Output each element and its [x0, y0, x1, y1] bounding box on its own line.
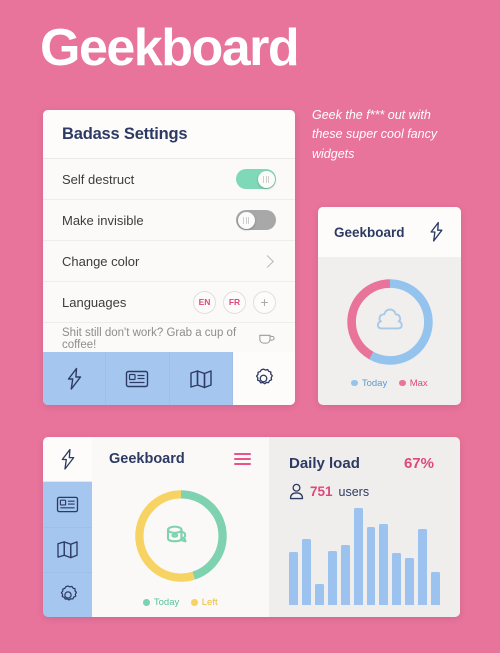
setting-row-languages[interactable]: Languages EN FR + — [43, 282, 295, 323]
bar — [392, 552, 402, 605]
chart-panel-title: Geekboard — [109, 451, 185, 467]
legend-label: Today — [153, 597, 180, 608]
legend-dot-icon — [143, 599, 150, 606]
bar — [301, 539, 311, 605]
setting-label: Languages — [62, 294, 127, 310]
bar — [327, 550, 337, 605]
map-icon — [57, 541, 78, 559]
id-card-icon — [126, 370, 149, 387]
legend-item-left: Left — [191, 597, 218, 608]
bar — [379, 523, 389, 605]
legend-dot-icon — [351, 379, 358, 387]
legend-dot-icon — [191, 599, 198, 606]
bar — [431, 572, 441, 605]
daily-load-users: 751 users — [289, 483, 440, 500]
setting-label: Change color — [62, 253, 140, 269]
bar — [418, 529, 428, 605]
bar — [353, 508, 363, 605]
language-badge-fr[interactable]: FR — [223, 290, 246, 314]
bar — [405, 558, 415, 605]
daily-load-header: Daily load 67% — [289, 455, 440, 472]
user-icon — [289, 483, 304, 500]
nav-item-gear[interactable] — [232, 352, 295, 405]
donut-widget-title: Geekboard — [334, 224, 405, 240]
setting-row-self-destruct[interactable]: Self destruct — [43, 159, 295, 200]
daily-load-panel: Daily load 67% 751 users — [269, 437, 460, 617]
daily-load-title: Daily load — [289, 455, 360, 472]
toilet-paper-icon — [166, 525, 187, 543]
bottom-widget-chart-panel: Geekboard Today Left — [92, 437, 269, 617]
donut-chart-paper — [134, 490, 227, 582]
lightning-bolt-icon[interactable] — [428, 221, 445, 243]
donut-widget-legend: Today Max — [351, 377, 428, 389]
settings-bottom-nav — [43, 352, 295, 405]
toggle-on-icon[interactable] — [236, 169, 276, 189]
settings-card-header: Badass Settings — [43, 110, 295, 159]
toggle-off-icon[interactable] — [236, 210, 276, 230]
chevron-right-icon — [261, 254, 274, 268]
legend-label: Today — [361, 377, 388, 389]
nav-item-map[interactable] — [169, 352, 233, 405]
language-badges: EN FR + — [193, 290, 276, 314]
bar — [314, 583, 324, 605]
setting-row-change-color[interactable]: Change color — [43, 241, 295, 282]
coffee-footer-row[interactable]: Shit still don't work? Grab a cup of cof… — [43, 323, 295, 354]
side-nav-item-gear[interactable] — [43, 572, 92, 617]
bar — [366, 527, 376, 605]
add-language-button[interactable]: + — [253, 290, 276, 314]
legend-item-today: Today — [143, 597, 179, 608]
daily-load-users-label: users — [338, 484, 370, 499]
id-card-icon — [56, 496, 79, 513]
legend-item-today: Today — [351, 378, 387, 389]
chart-panel-header: Geekboard — [92, 437, 269, 481]
bar — [289, 551, 298, 605]
bar — [340, 544, 350, 605]
nav-item-bolt[interactable] — [43, 352, 107, 405]
donut-widget-header: Geekboard — [318, 207, 461, 257]
side-nav-item-card[interactable] — [43, 482, 92, 528]
lightning-bolt-icon — [67, 367, 81, 390]
donut-widget-body: Today Max — [318, 257, 461, 405]
bottom-widget-card: Geekboard Today Left Daily load 67% 751 … — [43, 437, 460, 617]
poop-icon — [376, 308, 403, 329]
legend-label: Max — [409, 377, 428, 389]
settings-card: Badass Settings Self destruct Make invis… — [43, 110, 295, 405]
gear-icon — [256, 368, 274, 385]
side-nav-item-map[interactable] — [43, 527, 92, 573]
legend-item-max: Max — [399, 377, 428, 389]
daily-load-percent: 67% — [403, 455, 434, 472]
app-canvas: Geekboard Geek the f*** out with these s… — [0, 0, 500, 653]
setting-label: Self destruct — [62, 171, 135, 187]
map-icon — [189, 369, 212, 388]
gear-icon — [60, 585, 77, 601]
nav-item-card[interactable] — [106, 352, 170, 405]
donut-chart-poop — [346, 278, 433, 365]
lightning-bolt-icon — [61, 448, 74, 470]
coffee-cup-icon — [258, 334, 275, 344]
bottom-widget-side-nav — [43, 437, 92, 617]
toggle-knob — [257, 170, 275, 188]
coffee-footer-text: Shit still don't work? Grab a cup of cof… — [62, 326, 237, 351]
setting-row-make-invisible[interactable]: Make invisible — [43, 200, 295, 241]
side-nav-item-bolt[interactable] — [43, 437, 92, 483]
daily-load-users-count: 751 — [310, 484, 333, 499]
toggle-knob — [237, 211, 255, 229]
legend-dot-icon — [399, 379, 406, 387]
settings-card-title: Badass Settings — [62, 124, 188, 143]
daily-load-bar-chart — [289, 508, 441, 617]
chart-panel-body: Today Left — [92, 481, 269, 617]
page-title: Geekboard — [40, 19, 300, 77]
setting-label: Make invisible — [62, 212, 144, 228]
hamburger-menu-icon[interactable] — [234, 453, 251, 465]
language-badge-en[interactable]: EN — [193, 290, 216, 314]
chart-panel-legend: Today Left — [143, 597, 218, 608]
legend-label: Left — [201, 597, 218, 608]
tagline-text: Geek the f*** out with these super cool … — [312, 108, 438, 161]
donut-widget-card: Geekboard Today Max — [318, 207, 461, 405]
